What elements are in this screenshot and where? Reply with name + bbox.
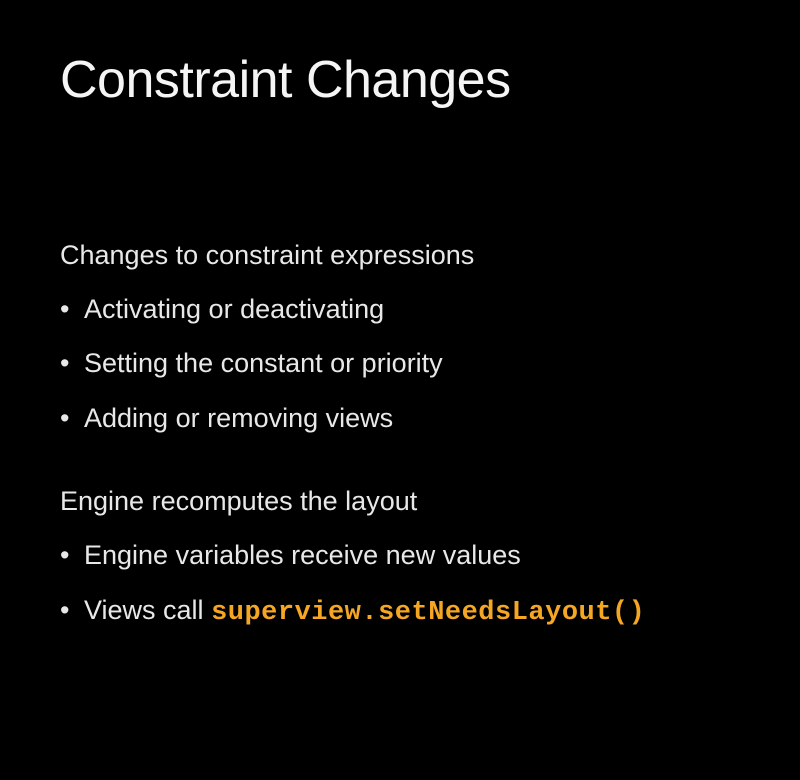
list-item: Adding or removing views	[60, 400, 740, 436]
list-item: Engine variables receive new values	[60, 537, 740, 573]
list-item: Activating or deactivating	[60, 291, 740, 327]
bullet-list: Engine variables receive new values View…	[60, 537, 740, 631]
list-item-text: Views call	[84, 595, 211, 625]
section-engine-recomputes: Engine recomputes the layout Engine vari…	[60, 486, 740, 631]
section-heading: Engine recomputes the layout	[60, 486, 740, 517]
bullet-list: Activating or deactivating Setting the c…	[60, 291, 740, 436]
inline-code: superview.setNeedsLayout()	[211, 598, 645, 628]
section-constraint-expressions: Changes to constraint expressions Activa…	[60, 240, 740, 436]
section-heading: Changes to constraint expressions	[60, 240, 740, 271]
list-item: Setting the constant or priority	[60, 345, 740, 381]
slide-title: Constraint Changes	[60, 50, 740, 110]
list-item: Views call superview.setNeedsLayout()	[60, 592, 740, 631]
